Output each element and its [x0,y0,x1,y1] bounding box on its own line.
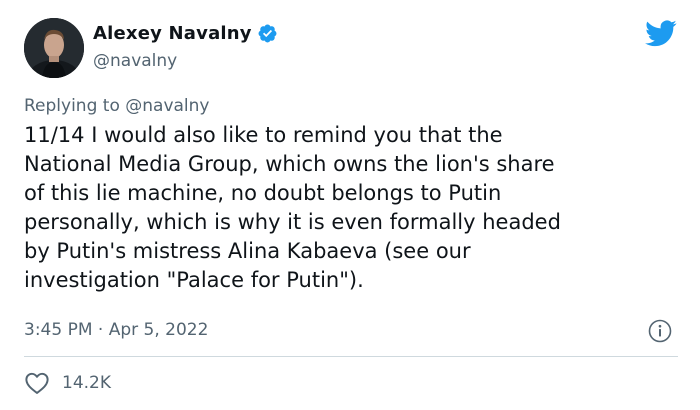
avatar-photo [24,18,84,78]
tweet-card: Alexey Navalny @navalny Replying to @nav… [0,0,700,410]
tweet-text: 11/14 I would also like to remind you th… [24,123,561,292]
heart-icon[interactable] [24,371,50,395]
like-count: 14.2K [62,373,111,393]
author-handle[interactable]: @navalny [93,51,177,71]
verified-badge-icon [258,24,277,43]
avatar[interactable] [24,18,84,78]
divider [24,356,678,357]
author-name-row: Alexey Navalny [93,23,278,44]
author-display-name[interactable]: Alexey Navalny [93,23,252,44]
reply-mention-link[interactable]: @navalny [125,96,209,116]
like-action[interactable]: 14.2K [24,371,111,395]
reply-prefix: Replying to [24,96,126,116]
reply-context: Replying to @navalny [24,96,209,116]
info-icon[interactable] [648,319,672,343]
tweet-timestamp[interactable]: 3:45 PM · Apr 5, 2022 [24,320,208,340]
twitter-bird-icon[interactable] [645,20,677,47]
